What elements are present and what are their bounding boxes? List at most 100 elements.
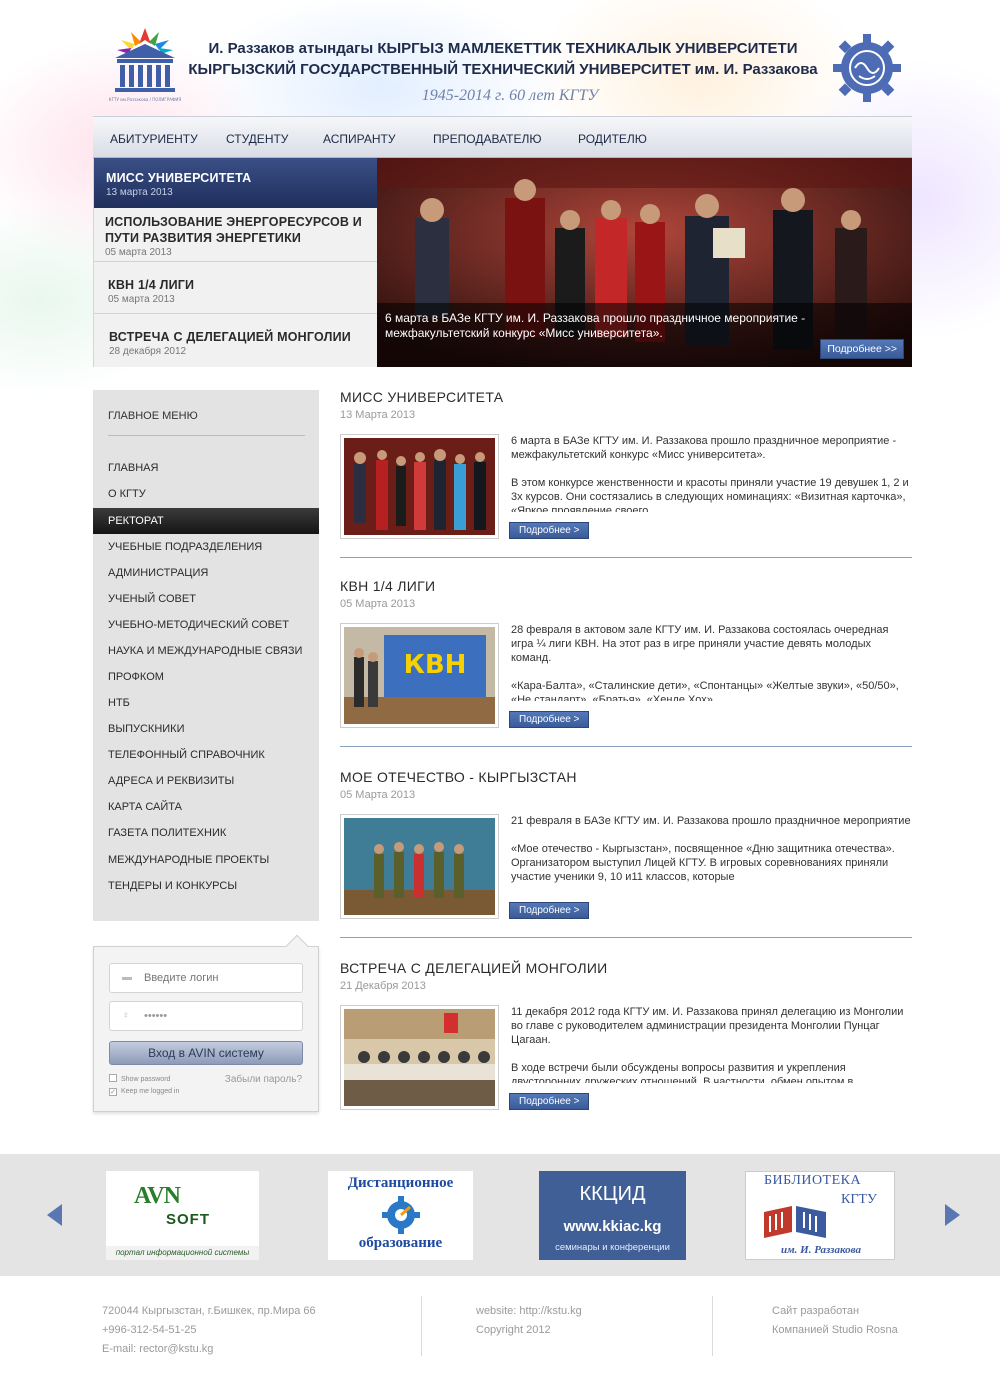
carousel-next-icon[interactable] [945, 1204, 960, 1226]
footer-developer: Сайт разработан Компанией Studio Rosna [772, 1302, 898, 1340]
partner-dist-text: Дистанционное [347, 1175, 454, 1191]
menu-item-methodical-council[interactable]: УЧЕБНО-МЕТОДИЧЕСКИЙ СОВЕТ [93, 612, 319, 638]
news-thumbnail[interactable] [340, 814, 499, 919]
news-excerpt: 6 марта в БАЗе КГТУ им. И. Раззакова про… [511, 434, 913, 512]
slider-item-title: КВН 1/4 ЛИГИ [108, 278, 195, 292]
news-more-button[interactable]: Подробнее > [509, 711, 590, 728]
keep-logged-checkbox[interactable]: ✓ Keep me logged in [109, 1088, 179, 1096]
slider-item[interactable]: МИСС УНИВЕРСИТЕТА 13 марта 2013 [94, 158, 378, 208]
news-paragraph: В ходе встречи были обсуждены вопросы ра… [511, 1062, 854, 1083]
news-title[interactable]: МИСС УНИВЕРСИТЕТА [340, 389, 912, 405]
footer-contacts: 720044 Кыргызстан, г.Бишкек, пр.Мира 66 … [102, 1302, 316, 1359]
show-password-label: Show password [121, 1076, 171, 1083]
gear-icon [382, 1196, 420, 1234]
menu-item-intl-projects[interactable]: МЕЖДУНАРОДНЫЕ ПРОЕКТЫ [93, 847, 319, 873]
footer-dev-line: Сайт разработан [772, 1305, 860, 1317]
menu-item-home[interactable]: ГЛАВНАЯ [93, 455, 319, 481]
password-input[interactable] [144, 1008, 294, 1024]
menu-item-science[interactable]: НАУКА И МЕЖДУНАРОДНЫЕ СВЯЗИ [93, 638, 319, 664]
login-panel: ▬ ♀ Вход в AVIN систему Show password ✓ K… [93, 934, 319, 1112]
menu-item-graduates[interactable]: ВЫПУСКНИКИ [93, 716, 319, 742]
news-image [344, 438, 495, 535]
partner-avn-text: SOFT [166, 1211, 210, 1228]
news-slider: МИСС УНИВЕРСИТЕТА 13 марта 2013 ИСПОЛЬЗО… [93, 158, 912, 367]
partner-avn-text: AVN [134, 1183, 181, 1209]
menu-heading: ГЛАВНОЕ МЕНЮ [108, 410, 198, 422]
partner-lib-text: БИБЛИОТЕКА [764, 1173, 862, 1188]
news-date: 05 Марта 2013 [340, 789, 416, 801]
news-more-button[interactable]: Подробнее > [509, 1093, 590, 1110]
menu-item-sitemap[interactable]: КАРТА САЙТА [93, 794, 319, 820]
nav-postgrads[interactable]: АСПИРАНТУ [323, 132, 395, 146]
book-icon [764, 1206, 826, 1238]
password-field[interactable]: ♀ [109, 1001, 303, 1031]
news-more-button[interactable]: Подробнее > [509, 902, 590, 919]
partner-kkiac[interactable]: ККЦИД www.kkiac.kg семинары и конференци… [539, 1171, 686, 1260]
svg-text:КВН: КВН [404, 650, 467, 680]
menu-item-rectorate[interactable]: РЕКТОРАТ [93, 508, 319, 534]
login-button[interactable]: Вход в AVIN систему [109, 1041, 303, 1065]
news-thumbnail[interactable]: КВН [340, 623, 499, 728]
nav-applicants[interactable]: АБИТУРИЕНТУ [110, 132, 198, 146]
menu-item-phonebook[interactable]: ТЕЛЕФОННЫЙ СПРАВОЧНИК [93, 742, 319, 768]
slider-item[interactable]: ИСПОЛЬЗОВАНИЕ ЭНЕРГОРЕСУРСОВ И ПУТИ РАЗВ… [94, 208, 378, 262]
title-russian: КЫРГЫЗСКИЙ ГОСУДАРСТВЕННЫЙ ТЕХНИЧЕСКИЙ У… [188, 61, 818, 78]
slide-more-button[interactable]: Подробнее >> [820, 339, 904, 359]
partner-distance-learning[interactable]: Дистанционное образование [328, 1171, 473, 1260]
news-paragraph: В этом конкурсе женственности и красоты … [511, 477, 909, 512]
nav-students[interactable]: СТУДЕНТУ [226, 132, 288, 146]
news-title[interactable]: МОЕ ОТЕЧЕСТВО - КЫРГЫЗСТАН [340, 769, 912, 785]
partner-dist-text: образование [358, 1235, 443, 1251]
menu-item-about[interactable]: О КГТУ [93, 481, 319, 507]
menu-item-tenders[interactable]: ТЕНДЕРЫ И КОНКУРСЫ [93, 873, 319, 899]
login-field[interactable]: ▬ [109, 963, 303, 993]
news-title[interactable]: КВН 1/4 ЛИГИ [340, 578, 912, 594]
news-image: КВН [344, 627, 495, 724]
news-item: ВСТРЕЧА С ДЕЛЕГАЦИЕЙ МОНГОЛИИ 21 Декабря… [340, 960, 912, 1110]
news-item: КВН 1/4 ЛИГИ 05 Марта 2013 КВН 28 феврал… [340, 578, 912, 747]
slider-item[interactable]: ВСТРЕЧА С ДЕЛЕГАЦИЕЙ МОНГОЛИИ 28 декабря… [94, 314, 378, 367]
nav-parents[interactable]: РОДИТЕЛЮ [578, 132, 647, 146]
footer-dev-company[interactable]: Компанией Studio Rosna [772, 1321, 898, 1340]
menu-item-union[interactable]: ПРОФКОМ [93, 664, 319, 690]
site-header: КГТУ им.Раззакова / ПОЛИГРАФИЯ И. Раззак… [93, 18, 913, 116]
emblem-icon [833, 34, 901, 102]
menu-divider [108, 435, 305, 436]
slider-item[interactable]: КВН 1/4 ЛИГИ 05 марта 2013 [94, 262, 378, 314]
news-date: 13 Марта 2013 [340, 409, 416, 421]
partner-library[interactable]: БИБЛИОТЕКА КГТУ им. И. Раззакова [745, 1171, 895, 1260]
menu-item-departments[interactable]: УЧЕБНЫЕ ПОДРАЗДЕЛЕНИЯ [93, 534, 319, 560]
menu-item-newspaper[interactable]: ГАЗЕТА ПОЛИТЕХНИК [93, 820, 319, 846]
login-input[interactable] [144, 970, 294, 986]
news-more-button[interactable]: Подробнее > [509, 522, 590, 539]
news-item: МИСС УНИВЕРСИТЕТА 13 Марта 2013 6 марта … [340, 389, 912, 558]
news-thumbnail[interactable] [340, 1005, 499, 1110]
slider-item-date: 28 декабря 2012 [109, 346, 187, 357]
partner-avn-tagline: портал информационной системы [106, 1246, 259, 1260]
menu-item-addresses[interactable]: АДРЕСА И РЕКВИЗИТЫ [93, 768, 319, 794]
footer-website[interactable]: website: http://kstu.kg [476, 1302, 582, 1321]
slide-photo[interactable]: 6 марта в БАЗе КГТУ им. И. Раззакова про… [377, 158, 912, 367]
partner-avn-soft[interactable]: AVN SOFT портал информационной системы [106, 1171, 259, 1260]
carousel-prev-icon[interactable] [47, 1204, 62, 1226]
checkbox-icon [109, 1074, 117, 1082]
site-footer: 720044 Кыргызстан, г.Бишкек, пр.Мира 66 … [0, 1276, 1000, 1385]
news-date: 05 Марта 2013 [340, 598, 416, 610]
slider-item-title: МИСС УНИВЕРСИТЕТА [106, 171, 252, 185]
show-password-checkbox[interactable]: Show password [109, 1074, 170, 1083]
news-title[interactable]: ВСТРЕЧА С ДЕЛЕГАЦИЕЙ МОНГОЛИИ [340, 960, 912, 976]
nav-teachers[interactable]: ПРЕПОДАВАТЕЛЮ [433, 132, 541, 146]
menu-item-library[interactable]: НТБ [93, 690, 319, 716]
menu-item-administration[interactable]: АДМИНИСТРАЦИЯ [93, 560, 319, 586]
footer-divider [421, 1296, 422, 1356]
news-excerpt: 28 февраля в актовом зале КГТУ им. И. Ра… [511, 623, 913, 701]
forgot-password-link[interactable]: Забыли пароль? [225, 1074, 302, 1085]
news-date: 21 Декабря 2013 [340, 980, 426, 992]
news-excerpt: 21 февраля в БАЗе КГТУ им. И. Раззакова … [511, 814, 913, 892]
slide-caption-text: 6 марта в БАЗе КГТУ им. И. Раззакова про… [385, 311, 806, 340]
menu-item-academic-council[interactable]: УЧЕНЫЙ СОВЕТ [93, 586, 319, 612]
news-thumbnail[interactable] [340, 434, 499, 539]
news-paragraph: 11 декабря 2012 года КГТУ им. И. Раззако… [511, 1006, 904, 1046]
news-image [344, 1009, 495, 1106]
footer-email[interactable]: E-mail: rector@kstu.kg [102, 1340, 316, 1359]
